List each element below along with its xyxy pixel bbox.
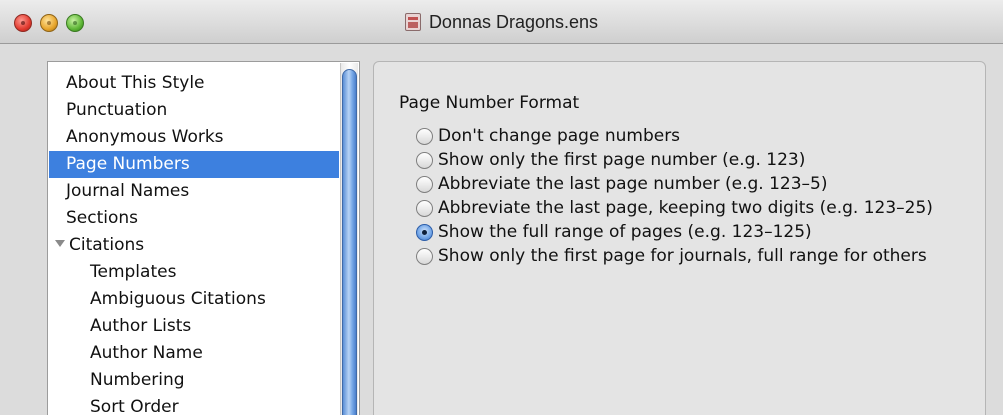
sidebar-item-numbering[interactable]: Numbering bbox=[49, 367, 339, 394]
sidebar-item-anonymous-works[interactable]: Anonymous Works bbox=[49, 124, 339, 151]
minimize-window-button[interactable] bbox=[40, 14, 58, 32]
radio-button[interactable] bbox=[416, 151, 433, 169]
sidebar-item-label: Citations bbox=[69, 235, 145, 255]
close-window-button[interactable] bbox=[14, 14, 32, 32]
title-bar[interactable]: Donnas Dragons.ens bbox=[0, 0, 1003, 44]
radio-option-label: Abbreviate the last page number (e.g. 12… bbox=[438, 174, 828, 194]
sidebar-item-sections[interactable]: Sections bbox=[49, 205, 339, 232]
radio-button[interactable] bbox=[416, 247, 433, 265]
page-number-format-radio-group: Don't change page numbers Show only the … bbox=[416, 124, 933, 268]
sidebar-item-label: Journal Names bbox=[66, 181, 190, 201]
radio-button[interactable] bbox=[416, 199, 433, 217]
sidebar-item-about-this-style[interactable]: About This Style bbox=[49, 70, 339, 97]
radio-option-label: Don't change page numbers bbox=[438, 126, 681, 146]
sidebar-item-label: Anonymous Works bbox=[66, 127, 224, 147]
radio-button-selected[interactable] bbox=[416, 223, 433, 241]
sidebar-item-label: Author Name bbox=[90, 343, 203, 363]
document-icon bbox=[404, 13, 421, 31]
style-sections-list: About This Style Punctuation Anonymous W… bbox=[49, 70, 339, 415]
sidebar-item-label: About This Style bbox=[66, 73, 205, 93]
radio-option-abbreviate-two-digits[interactable]: Abbreviate the last page, keeping two di… bbox=[416, 196, 933, 220]
radio-option-label: Show only the first page number (e.g. 12… bbox=[438, 150, 806, 170]
sidebar-item-label: Sections bbox=[66, 208, 139, 228]
radio-button[interactable] bbox=[416, 127, 433, 145]
radio-option-abbreviate-last-page[interactable]: Abbreviate the last page number (e.g. 12… bbox=[416, 172, 933, 196]
sidebar-item-citations[interactable]: Citations bbox=[49, 232, 339, 259]
window-title-group: Donnas Dragons.ens bbox=[0, 0, 1003, 44]
window-title: Donnas Dragons.ens bbox=[428, 11, 599, 32]
sidebar-item-page-numbers[interactable]: Page Numbers bbox=[49, 151, 339, 178]
sidebar-scrollbar[interactable] bbox=[340, 63, 358, 415]
radio-option-full-range[interactable]: Show the full range of pages (e.g. 123–1… bbox=[416, 220, 933, 244]
sidebar-item-author-name[interactable]: Author Name bbox=[49, 340, 339, 367]
sidebar-scroll-thumb[interactable] bbox=[342, 69, 357, 415]
style-sections-sidebar: About This Style Punctuation Anonymous W… bbox=[47, 61, 360, 415]
zoom-window-button[interactable] bbox=[66, 14, 84, 32]
sidebar-item-label: Page Numbers bbox=[66, 154, 190, 174]
sidebar-item-sort-order[interactable]: Sort Order bbox=[49, 394, 339, 415]
sidebar-item-label: Punctuation bbox=[66, 100, 168, 120]
radio-option-label: Abbreviate the last page, keeping two di… bbox=[438, 198, 933, 218]
sidebar-item-templates[interactable]: Templates bbox=[49, 259, 339, 286]
sidebar-item-label: Author Lists bbox=[90, 316, 192, 336]
style-editor-window: Donnas Dragons.ens About This Style Punc… bbox=[0, 0, 1003, 415]
sidebar-item-label: Numbering bbox=[90, 370, 185, 390]
disclosure-triangle-icon[interactable] bbox=[55, 239, 65, 247]
sidebar-item-label: Sort Order bbox=[90, 397, 179, 415]
radio-option-dont-change[interactable]: Don't change page numbers bbox=[416, 124, 933, 148]
page-numbers-settings-panel: Page Number Format Don't change page num… bbox=[373, 61, 986, 415]
sidebar-item-label: Ambiguous Citations bbox=[90, 289, 266, 309]
sidebar-item-author-lists[interactable]: Author Lists bbox=[49, 313, 339, 340]
radio-option-first-page-only[interactable]: Show only the first page number (e.g. 12… bbox=[416, 148, 933, 172]
sidebar-item-journal-names[interactable]: Journal Names bbox=[49, 178, 339, 205]
sidebar-item-label: Templates bbox=[90, 262, 177, 282]
radio-option-label: Show the full range of pages (e.g. 123–1… bbox=[438, 222, 812, 242]
radio-option-journals-first-page[interactable]: Show only the first page for journals, f… bbox=[416, 244, 933, 268]
radio-option-label: Show only the first page for journals, f… bbox=[438, 246, 927, 266]
sidebar-item-ambiguous-citations[interactable]: Ambiguous Citations bbox=[49, 286, 339, 313]
sidebar-item-punctuation[interactable]: Punctuation bbox=[49, 97, 339, 124]
page-number-format-heading: Page Number Format bbox=[399, 93, 580, 113]
radio-button[interactable] bbox=[416, 175, 433, 193]
